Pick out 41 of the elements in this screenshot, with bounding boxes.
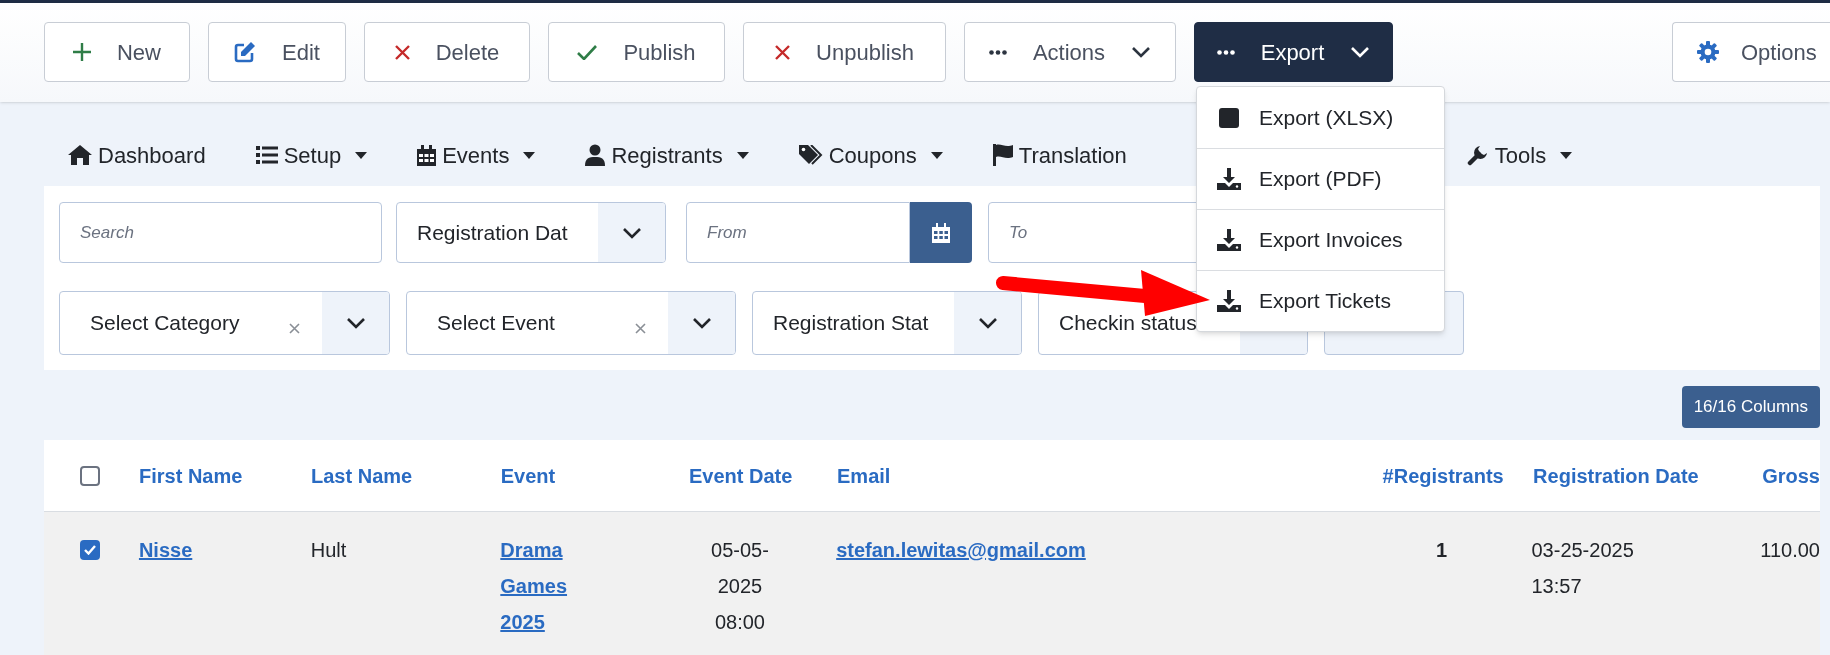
table-cell: 1 [1436, 539, 1448, 561]
nav-item[interactable]: Setup [255, 138, 368, 172]
nav-item[interactable]: Tools [1466, 138, 1573, 172]
column-header[interactable]: #Registrants [1382, 464, 1504, 487]
publish-button[interactable]: Publish [548, 22, 725, 82]
columns-button[interactable]: 16/16 Columns [1681, 386, 1820, 428]
menu-item[interactable]: Export (PDF) [1197, 148, 1444, 209]
name-link[interactable]: Nisse [138, 539, 193, 561]
table-cell: Hult [310, 539, 347, 561]
email-link[interactable]: stefan.lewitas@gmail.com [836, 539, 1086, 561]
actions-button[interactable]: Actions [964, 22, 1176, 82]
search-field[interactable]: Search [59, 202, 382, 263]
new-button[interactable]: New [44, 22, 190, 82]
select-field[interactable]: Select Event [406, 291, 736, 355]
column-header[interactable]: Last Name [311, 464, 413, 487]
table-cell-text: 03-25-2025 13:57 [1531, 538, 1635, 599]
edit-button[interactable]: Edit [208, 22, 346, 82]
options-button[interactable]: Options [1672, 22, 1830, 82]
nav-item[interactable]: Dashboard [68, 138, 206, 172]
table-cell-text: 05-05-2025 08:00 [710, 538, 770, 635]
column-header[interactable]: Event Date [689, 464, 793, 487]
nav-item[interactable]: Registrants [585, 138, 749, 172]
unpublish-button[interactable]: Unpublish [743, 22, 946, 82]
menu-item[interactable]: Export (XLSX) [1197, 87, 1444, 148]
export-button[interactable]: Export [1194, 22, 1393, 82]
column-header[interactable]: Email [837, 464, 891, 487]
column-header[interactable]: Registration Date [1533, 464, 1699, 487]
menu-item[interactable]: Export Invoices [1197, 209, 1444, 270]
table-cell: 110.00 [1760, 539, 1820, 561]
nav-item[interactable]: Coupons [798, 138, 943, 172]
select-field[interactable]: Registration Stat [752, 291, 1022, 355]
nav-item[interactable]: Events [417, 138, 536, 172]
select-field[interactable]: Select Category [59, 291, 390, 355]
column-header[interactable]: First Name [139, 464, 243, 487]
select-field[interactable]: Registration Dat [396, 202, 666, 263]
column-header[interactable]: Gross [1762, 464, 1820, 487]
from-date-field[interactable]: From [686, 202, 910, 263]
nav-item[interactable]: Translation [992, 138, 1127, 172]
column-header[interactable]: Event [500, 464, 556, 487]
event-link[interactable]: Drama Games 2025 [500, 532, 581, 640]
delete-button[interactable]: Delete [364, 22, 530, 82]
